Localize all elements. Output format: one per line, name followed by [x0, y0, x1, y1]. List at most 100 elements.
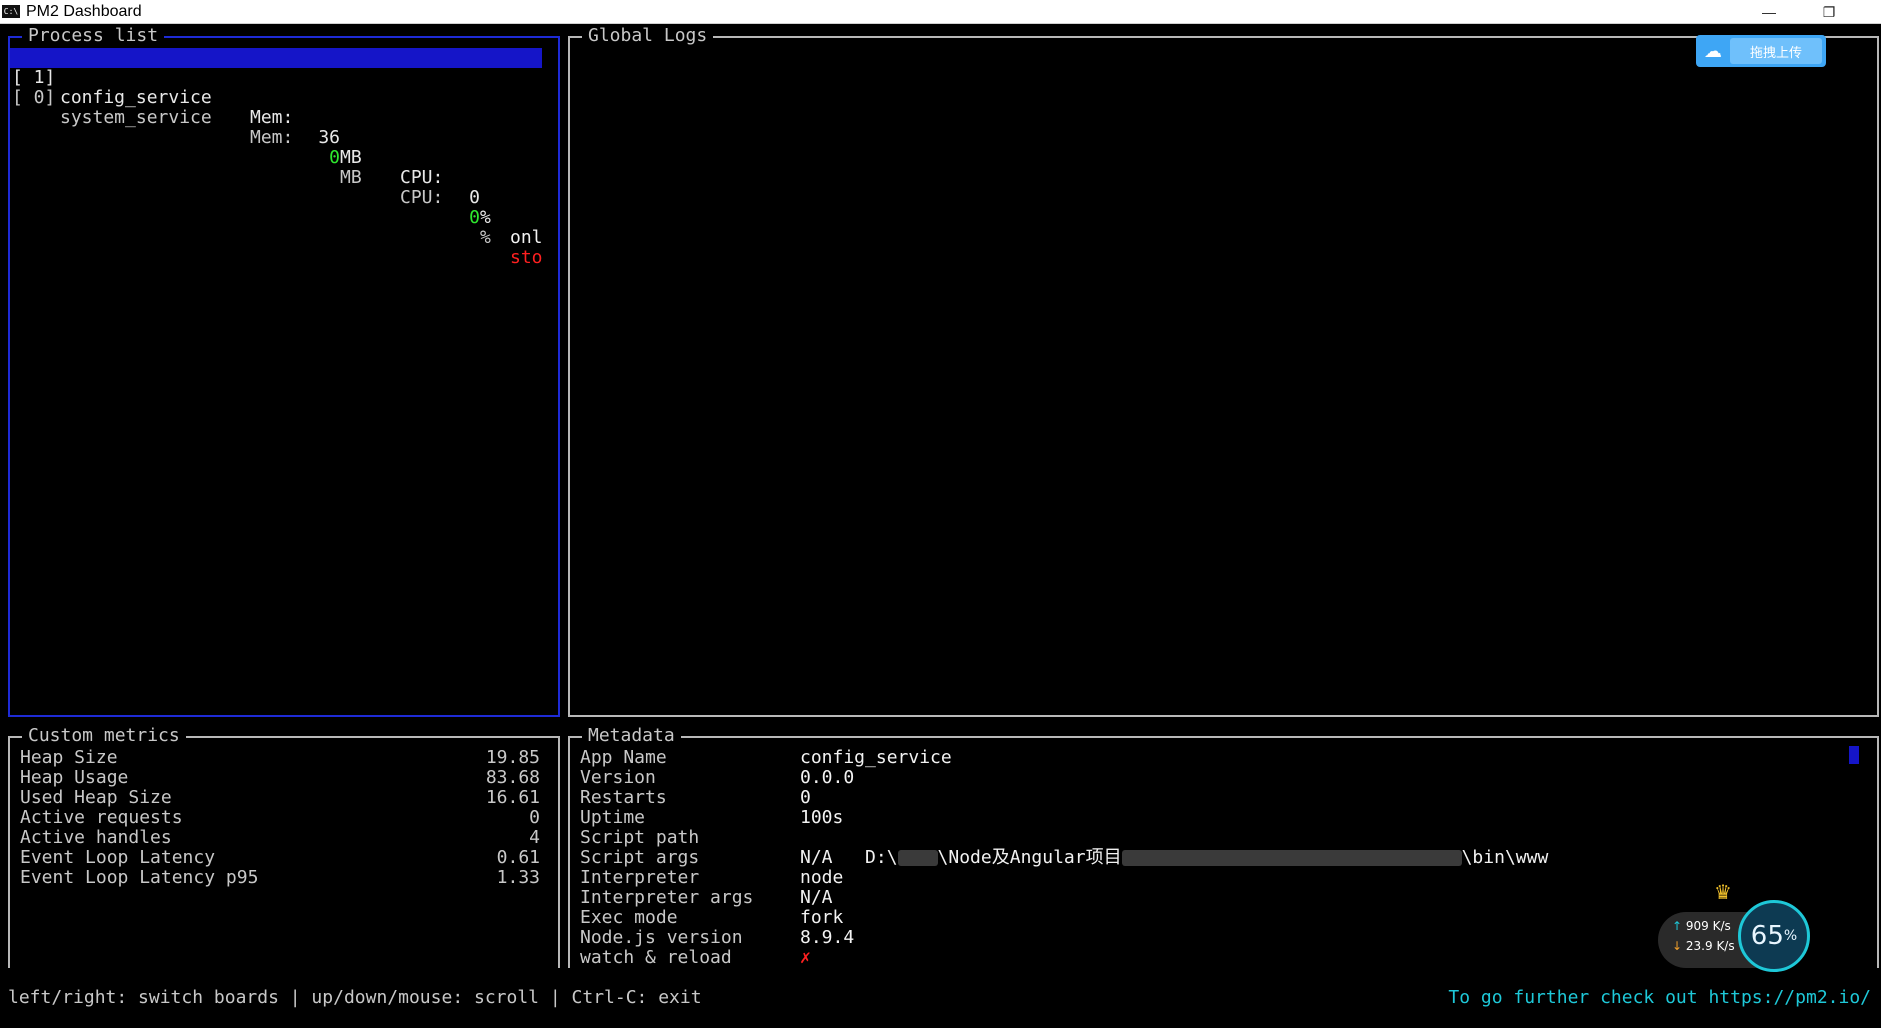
restore-button[interactable]: ❐	[1806, 0, 1852, 24]
process-name: config_service	[60, 87, 212, 108]
metric-label: Event Loop Latency	[20, 847, 216, 868]
watch-reload-cross-icon: ✗	[800, 947, 811, 968]
status-badge: onl	[510, 227, 543, 248]
metric-row: Active handles 4	[20, 828, 540, 848]
window-titlebar: C:\ PM2 Dashboard — ❐	[0, 0, 1881, 24]
metadata-value: 8.9.4	[800, 927, 855, 948]
process-id: [ 0]	[12, 87, 56, 108]
usage-gauge: 65%	[1738, 900, 1810, 972]
cpu-unit: %	[480, 207, 491, 228]
mem-label: Mem:	[250, 127, 294, 148]
metadata-scrollbar[interactable]	[1849, 746, 1859, 764]
process-row[interactable]: [ 1] config_service Mem: 36 MB CPU: 0 % …	[10, 48, 543, 248]
metadata-key: Script args	[580, 847, 700, 868]
process-list-panel[interactable]: Process list [ 1] config_service Mem: 36…	[8, 25, 560, 717]
metadata-key: Version	[580, 767, 656, 788]
download-speed-unit: K/s	[1716, 939, 1735, 953]
script-path-value: D:\ \Node及Angular项目 \bin\www	[800, 828, 1548, 888]
custom-metrics-title: Custom metrics	[22, 725, 186, 747]
metric-label: Heap Usage	[20, 767, 129, 788]
metadata-key: Interpreter args	[580, 887, 754, 908]
window-title: PM2 Dashboard	[26, 2, 142, 20]
metadata-key: Node.js version	[580, 927, 743, 948]
metadata-value: fork	[800, 907, 844, 928]
metadata-key: Uptime	[580, 807, 646, 828]
metadata-key: Restarts	[580, 787, 667, 808]
cloud-icon: ☁	[1704, 40, 1722, 62]
metadata-value: 100s	[800, 807, 844, 828]
process-list-title: Process list	[22, 25, 165, 47]
metadata-key: Interpreter	[580, 867, 700, 888]
metric-value: 0	[529, 807, 540, 828]
metric-label: Active handles	[20, 827, 172, 848]
metadata-row: Restarts 0	[580, 788, 811, 808]
metadata-row: Uptime 100s	[580, 808, 843, 828]
metric-row: Event Loop Latency 0.61	[20, 848, 540, 868]
custom-metrics-panel[interactable]: Custom metrics Heap Size 19.85 Heap Usag…	[8, 725, 560, 968]
terminal-icon: C:\	[2, 5, 20, 18]
cpu-label: CPU:	[400, 187, 444, 208]
metadata-row: Node.js version 8.9.4	[580, 928, 854, 948]
usage-percent: 65	[1750, 921, 1784, 951]
metric-label: Active requests	[20, 807, 183, 828]
metadata-key: Exec mode	[580, 907, 678, 928]
metadata-value: 0.0.0	[800, 767, 855, 788]
metric-row: Heap Size 19.85	[20, 748, 540, 768]
global-logs-panel[interactable]: Global Logs	[568, 25, 1879, 717]
metric-value: 4	[529, 827, 540, 848]
mem-value: 36	[318, 127, 340, 148]
mem-value: 0	[329, 147, 340, 168]
drag-upload-button[interactable]: ☁ 拖拽上传	[1696, 35, 1826, 67]
process-row[interactable]: [ 0] system_service Mem: 0 MB CPU: 0 % s…	[10, 68, 543, 268]
metric-value: 0.61	[496, 847, 540, 868]
metadata-row: Exec mode fork	[580, 908, 843, 928]
metadata-row: App Name config_service	[580, 748, 952, 768]
footer-link[interactable]: To go further check out https://pm2.io/	[1448, 987, 1871, 1008]
upload-speed-value: 909	[1685, 919, 1709, 933]
arrow-down-icon: ↓	[1672, 939, 1683, 953]
metric-value: 83.68	[485, 767, 540, 788]
metadata-value: 0	[800, 787, 811, 808]
metadata-row: Version 0.0.0	[580, 768, 854, 788]
metric-label: Used Heap Size	[20, 787, 172, 808]
crown-icon: ♛	[1714, 880, 1732, 904]
metadata-key: Script path	[580, 827, 700, 848]
download-speed-value: 23.9	[1685, 939, 1713, 953]
mem-unit: MB	[340, 167, 362, 188]
cpu-unit: %	[480, 227, 491, 248]
drag-upload-label: 拖拽上传	[1730, 38, 1822, 64]
metric-value: 1.33	[496, 867, 540, 888]
metadata-value: N/A	[800, 847, 833, 868]
metadata-value: config_service	[800, 747, 952, 768]
status-badge: sto	[510, 247, 543, 268]
redacted-segment	[897, 850, 938, 866]
cpu-value: 0	[469, 187, 480, 208]
metadata-row: Script args N/A	[580, 848, 833, 868]
arrow-up-icon: ↑	[1672, 919, 1683, 933]
script-path-suffix: \bin\www	[1461, 847, 1549, 868]
cpu-label: CPU:	[400, 167, 444, 188]
metadata-value: node	[800, 867, 844, 888]
cpu-value: 0	[469, 207, 480, 228]
upload-speed-unit: K/s	[1712, 919, 1731, 933]
global-logs-title: Global Logs	[582, 25, 714, 47]
footer-help: left/right: switch boards | up/down/mous…	[8, 987, 702, 1008]
metadata-row: Interpreter args N/A	[580, 888, 833, 908]
metric-row: Event Loop Latency p95 1.33	[20, 868, 540, 888]
redacted-segment	[1121, 850, 1462, 866]
metadata-key: watch & reload	[580, 947, 732, 968]
metadata-key: App Name	[580, 747, 667, 768]
metadata-title: Metadata	[582, 725, 681, 747]
metric-label: Event Loop Latency p95	[20, 867, 259, 888]
network-speed-widget[interactable]: ♛ ↑ 909 K/s ↓ 23.9 K/s 65%	[1658, 880, 1810, 976]
metric-row: Used Heap Size 16.61	[20, 788, 540, 808]
mem-unit: MB	[340, 147, 362, 168]
mem-label: Mem:	[250, 107, 294, 128]
process-name: system_service	[60, 107, 212, 128]
minimize-button[interactable]: —	[1746, 0, 1792, 24]
metric-row: Heap Usage 83.68	[20, 768, 540, 788]
usage-percent-unit: %	[1783, 928, 1798, 944]
metric-row: Active requests 0	[20, 808, 540, 828]
metadata-row: watch & reload ✗	[580, 948, 811, 968]
metadata-row: Script path D:\ \Node及Angular项目 \bin\www	[580, 828, 1548, 868]
